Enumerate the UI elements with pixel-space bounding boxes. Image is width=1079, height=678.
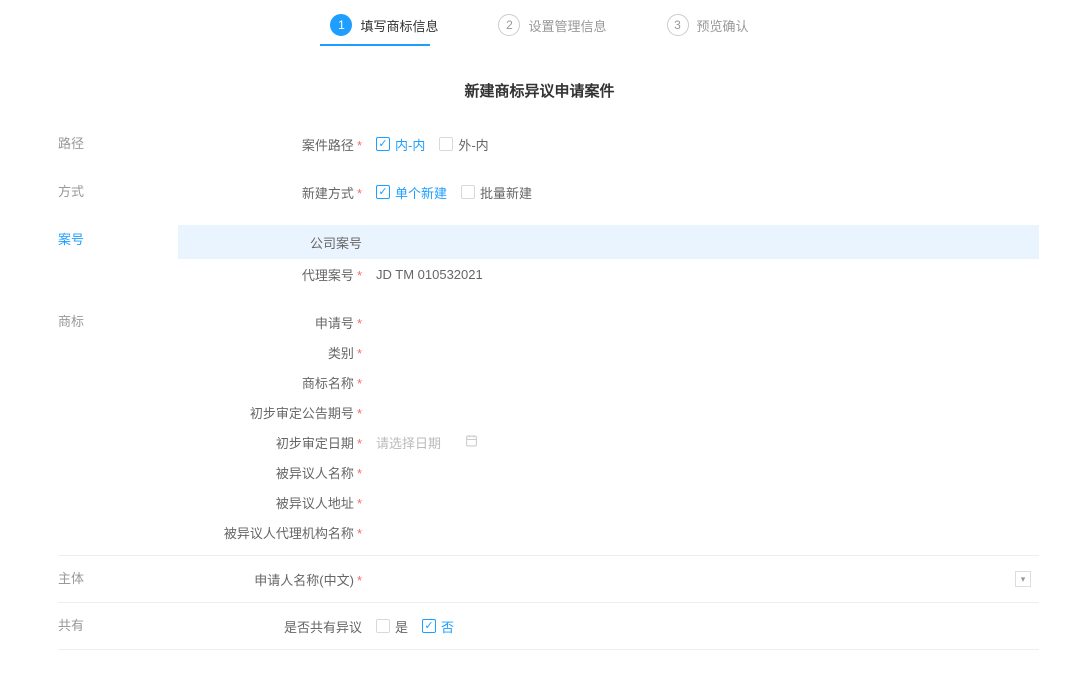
step-3[interactable]: 3 预览确认 [667, 14, 749, 36]
checkbox-single-new[interactable]: ✓ 单个新建 [376, 183, 447, 202]
field-agent-case-no-value[interactable]: JD TM 010532021 [376, 267, 483, 282]
field-applicant-cn-label: 申请人名称(中文)* [178, 570, 370, 589]
stepper: 1 填写商标信息 2 设置管理信息 3 预览确认 [0, 0, 1079, 42]
section-path-label: 路径 [58, 129, 178, 152]
checkbox-single-new-label: 单个新建 [395, 183, 447, 202]
page-title: 新建商标异议申请案件 [0, 80, 1079, 101]
field-tm-name-label: 商标名称* [178, 373, 370, 392]
checkbox-joint-no[interactable]: ✓ 否 [422, 617, 454, 636]
section-trademark-label: 商标 [58, 307, 178, 330]
field-opposed-addr-label: 被异议人地址* [178, 493, 370, 512]
field-prelim-date-value[interactable]: 请选择日期 [370, 427, 1039, 457]
step-underline [320, 44, 430, 46]
step-1-circle: 1 [330, 14, 352, 36]
field-company-case-no-label: 公司案号 [178, 233, 370, 252]
field-app-no-label: 申请号* [178, 313, 370, 332]
field-category-label: 类别* [178, 343, 370, 362]
section-method: 方式 新建方式* ✓ 单个新建 批量新建 [58, 177, 1039, 207]
step-3-num: 3 [674, 18, 681, 32]
checkbox-joint-yes-label: 是 [395, 617, 408, 636]
field-opposed-agent-label: 被异议人代理机构名称* [178, 523, 370, 542]
field-applicant-cn-value[interactable]: ▾ [370, 564, 1039, 594]
section-joint: 共有 是否共有异议 是 ✓ 否 [58, 611, 1039, 641]
field-prelim-pub-no-value[interactable] [370, 397, 1039, 427]
field-opposed-name-value[interactable] [370, 457, 1039, 487]
prelim-date-placeholder: 请选择日期 [376, 433, 441, 452]
section-subject-label: 主体 [58, 564, 178, 587]
field-is-joint-label: 是否共有异议 [178, 617, 370, 636]
step-2[interactable]: 2 设置管理信息 [498, 14, 606, 36]
checkbox-joint-no-label: 否 [441, 617, 454, 636]
field-opposed-agent-value[interactable] [370, 517, 1039, 547]
field-opposed-addr-value[interactable] [370, 487, 1039, 517]
step-2-num: 2 [506, 18, 513, 32]
checkbox-outer-inner[interactable]: 外-内 [439, 135, 488, 154]
field-prelim-pub-no-label: 初步审定公告期号* [178, 403, 370, 422]
section-method-label: 方式 [58, 177, 178, 200]
step-3-label: 预览确认 [697, 16, 749, 35]
checkbox-batch-new-label: 批量新建 [480, 183, 532, 202]
step-2-circle: 2 [498, 14, 520, 36]
field-opposed-name-label: 被异议人名称* [178, 463, 370, 482]
field-tm-name-value[interactable] [370, 367, 1039, 397]
field-case-path-label: 案件路径* [178, 135, 370, 154]
chevron-down-icon[interactable]: ▾ [1015, 571, 1031, 587]
step-1-num: 1 [338, 18, 345, 32]
field-new-method-label: 新建方式* [178, 183, 370, 202]
field-category-value[interactable] [370, 337, 1039, 367]
section-subject: 主体 申请人名称(中文)* ▾ [58, 564, 1039, 594]
field-agent-case-no-label: 代理案号* [178, 265, 370, 284]
field-app-no-value[interactable] [370, 307, 1039, 337]
field-prelim-date-label: 初步审定日期* [178, 433, 370, 452]
section-path: 路径 案件路径* ✓ 内-内 外-内 [58, 129, 1039, 159]
section-case-no-label: 案号 [58, 225, 178, 248]
form-area: 路径 案件路径* ✓ 内-内 外-内 方式 [0, 129, 1079, 678]
checkbox-inner-inner-label: 内-内 [395, 135, 425, 154]
calendar-icon [465, 434, 478, 450]
section-joint-label: 共有 [58, 611, 178, 634]
checkbox-outer-inner-label: 外-内 [458, 135, 488, 154]
field-company-case-no-value[interactable] [370, 227, 1039, 257]
section-trademark: 商标 申请号* 类别* 商标名称* 初步审定公告期号* 初步审定日期* [58, 307, 1039, 547]
section-case-no: 案号 公司案号 代理案号* JD TM 010532021 [58, 225, 1039, 289]
step-3-circle: 3 [667, 14, 689, 36]
step-1[interactable]: 1 填写商标信息 [330, 14, 438, 36]
checkbox-inner-inner[interactable]: ✓ 内-内 [376, 135, 425, 154]
step-2-label: 设置管理信息 [528, 16, 606, 35]
checkbox-joint-yes[interactable]: 是 [376, 617, 408, 636]
checkbox-batch-new[interactable]: 批量新建 [461, 183, 532, 202]
step-1-label: 填写商标信息 [360, 16, 438, 35]
